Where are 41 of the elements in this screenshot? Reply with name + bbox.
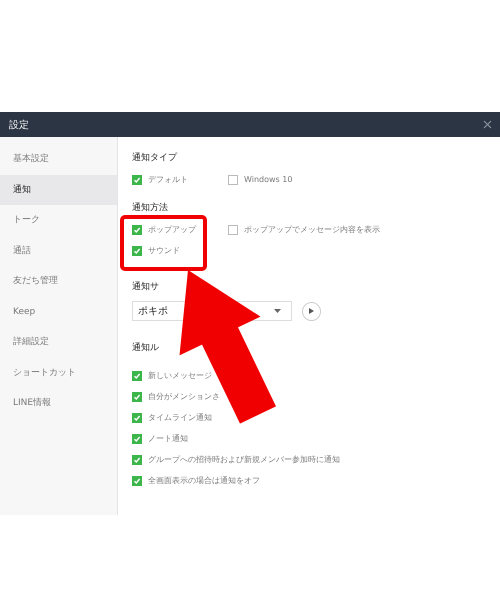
play-button[interactable] (302, 302, 321, 320)
option-label: Windows 10 (244, 175, 292, 184)
sidebar-item[interactable]: 友だち管理 (0, 266, 117, 296)
option-label: タイムライン通知 (148, 412, 212, 423)
checkbox[interactable] (132, 246, 142, 256)
option-label: デフォルト (148, 174, 188, 185)
caret-icon (274, 309, 281, 313)
option-label: ポップアップ (148, 224, 196, 235)
section-title: 通知ル (132, 342, 160, 355)
sidebar-item[interactable]: トーク (0, 205, 117, 235)
play-icon (309, 308, 314, 314)
sidebar-item[interactable]: Keep (0, 296, 117, 326)
sidebar-item[interactable]: 詳細設定 (0, 327, 117, 357)
checkbox[interactable] (132, 392, 142, 402)
checkbox[interactable] (132, 454, 142, 464)
option-label: グループへの招待時および新規メンバー参加時に通知 (148, 454, 340, 465)
checkbox[interactable] (132, 370, 142, 380)
option-label: 新しいメッセージ (148, 370, 212, 381)
option-label: ポップアップでメッセージ内容を表示 (244, 224, 380, 235)
checkbox[interactable] (132, 476, 142, 486)
window-title: 設定 (9, 118, 29, 132)
option-label: 自分がメンションさ (148, 391, 220, 402)
checkbox[interactable] (132, 434, 142, 444)
arrow-icon (180, 270, 276, 424)
checkbox[interactable] (228, 224, 238, 234)
sidebar-item[interactable]: 基本設定 (0, 144, 117, 174)
option-label: ノート通知 (148, 433, 188, 444)
sidebar-item[interactable]: 通話 (0, 236, 117, 266)
sidebar-item[interactable]: ショートカット (0, 358, 117, 388)
section-title: 通知タイプ (132, 151, 178, 165)
checkbox[interactable] (228, 174, 238, 184)
checkbox[interactable] (132, 174, 142, 184)
option-label: サウンド (148, 245, 180, 256)
sidebar-item[interactable]: 通知 (0, 174, 117, 204)
option-label: 全画面表示の場合は通知をオフ (148, 475, 260, 486)
section-title: 通知サ (132, 280, 160, 294)
sidebar-item[interactable]: LINE情報 (0, 388, 117, 418)
checkbox[interactable] (132, 224, 142, 234)
checkbox[interactable] (132, 412, 142, 422)
close-icon[interactable] (483, 120, 492, 129)
section-title: 通知方法 (132, 202, 169, 215)
